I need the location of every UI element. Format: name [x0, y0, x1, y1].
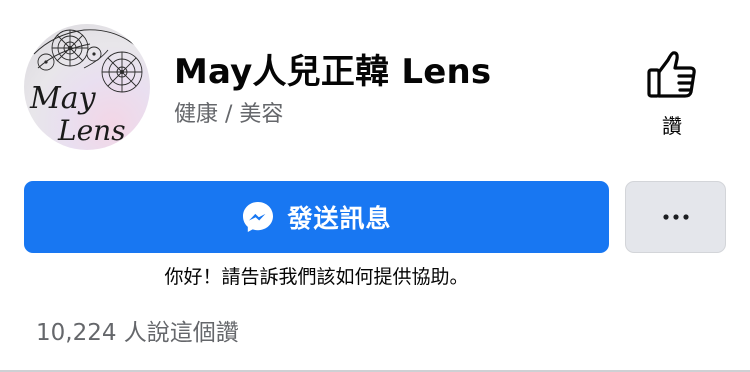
send-message-label: 發送訊息 — [287, 204, 392, 233]
lace-pattern-logo: May Lens — [29, 29, 143, 147]
thumbs-up-icon — [647, 51, 696, 98]
more-options-button[interactable] — [625, 181, 726, 253]
page-title[interactable]: May人兒正韓 Lens — [174, 44, 491, 93]
send-message-button[interactable]: 發送訊息 — [24, 181, 609, 253]
page-header-card: May Lens May人兒正韓 Lens 健康 / 美容 讚 發送訊息 你好！… — [0, 0, 750, 372]
more-dots-icon — [662, 214, 689, 220]
likes-summary[interactable]: 10,224 人說這個讚 — [36, 313, 239, 347]
avatar[interactable]: May Lens — [24, 24, 150, 150]
page-category[interactable]: 健康 / 美容 — [174, 96, 283, 128]
like-button[interactable]: 讚 — [636, 50, 708, 139]
messenger-icon — [243, 202, 274, 232]
greeting-text: 你好！請告訴我們該如何提供協助。 — [164, 266, 469, 288]
avatar-script-lens: Lens — [57, 114, 126, 147]
avatar-script-may: May — [29, 81, 97, 116]
like-label: 讚 — [662, 114, 682, 138]
